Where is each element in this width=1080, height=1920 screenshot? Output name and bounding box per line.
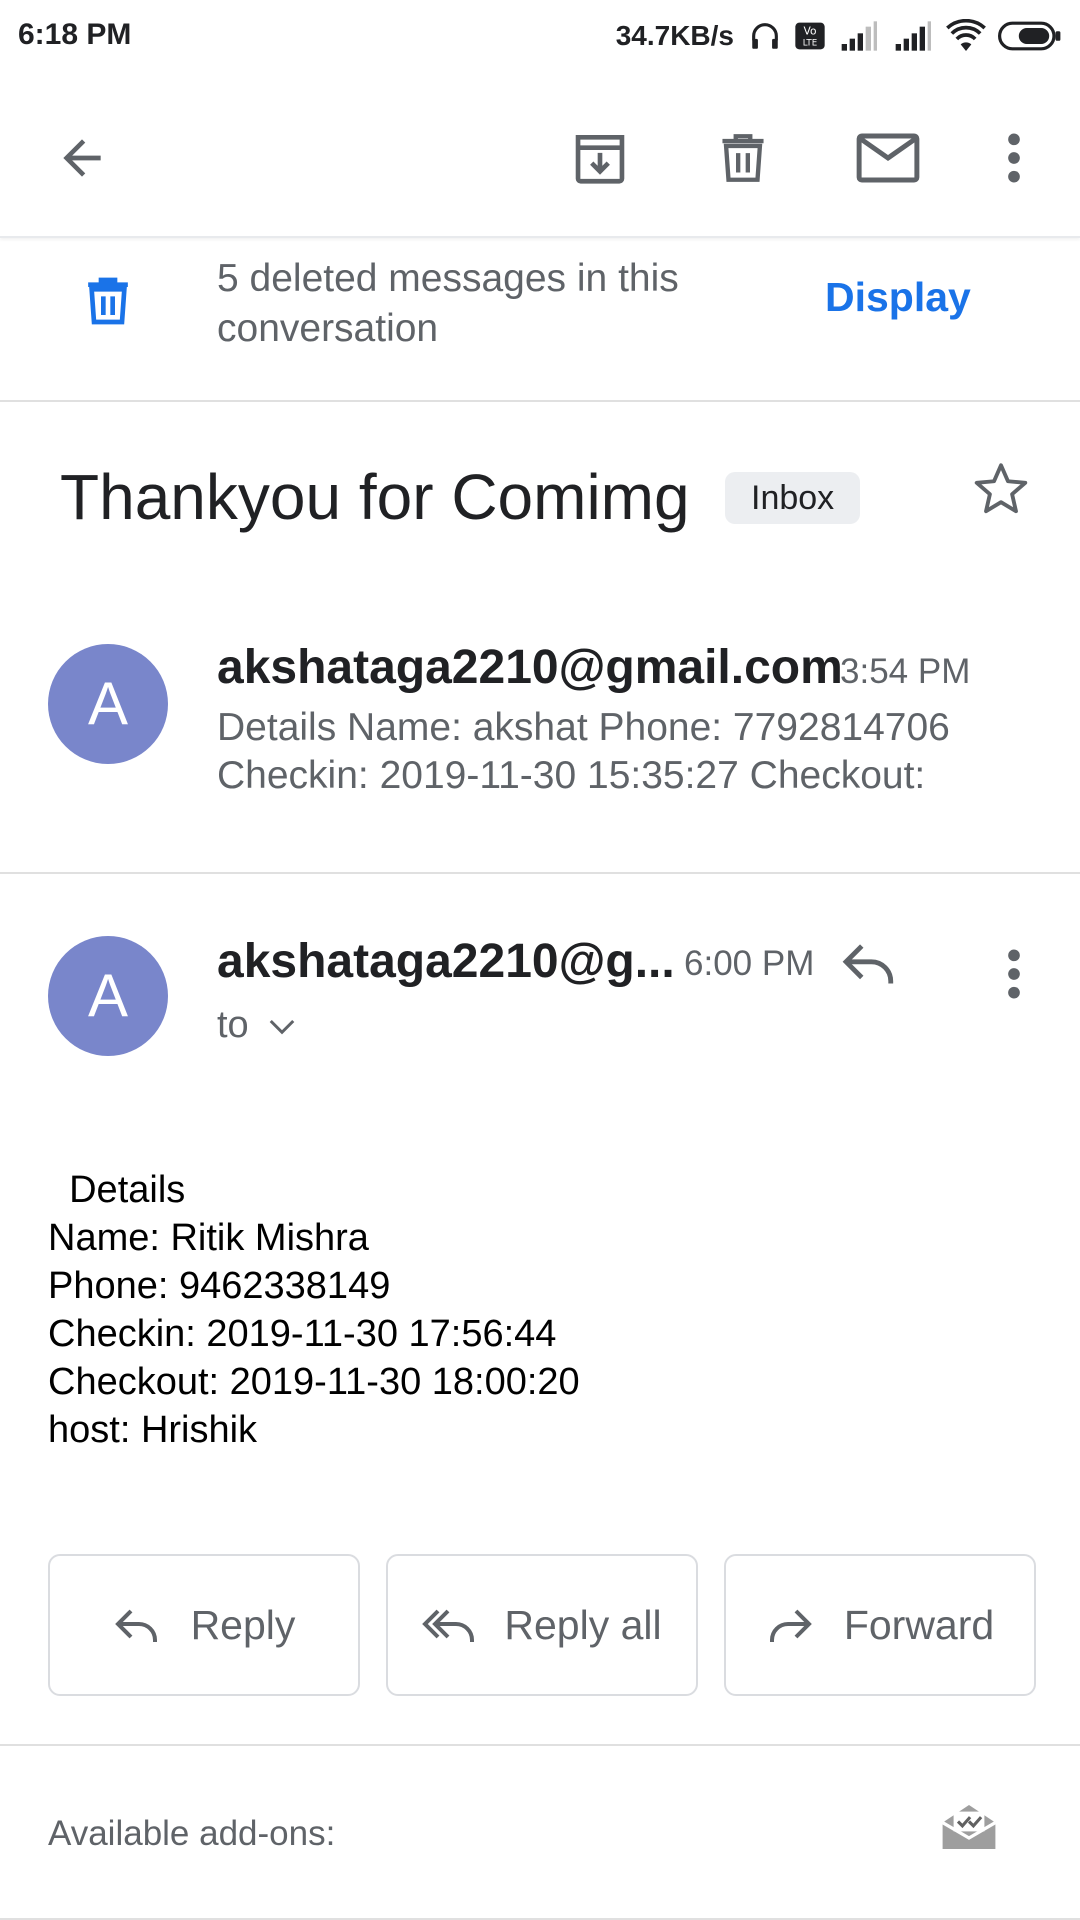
body-line: Name: Ritik Mishra [48,1217,369,1259]
message-actions: Reply Reply all Forward [48,1554,1036,1696]
star-outline-icon [974,463,1028,514]
reply-icon [842,944,894,984]
forward-label: Forward [843,1601,995,1648]
message-time: 6:00 PM [684,944,815,983]
subject-row: Thankyou for Comimg Inbox [0,440,1080,550]
quick-reply-button[interactable] [840,938,898,993]
archive-button[interactable] [552,110,648,206]
status-bar: 6:18 PM 34.7KB/s Vo LTE [0,0,1080,72]
message-time: 3:54 PM [840,652,971,691]
subject-title: Thankyou for Comimg [60,461,690,533]
svg-text:LTE: LTE [803,38,817,48]
forward-icon [769,1609,812,1642]
deleted-messages-text: 5 deleted messages in this conversation [217,257,679,350]
reply-label: Reply [190,1601,296,1648]
display-deleted-button[interactable]: Display [825,274,971,321]
delete-button[interactable] [695,110,791,206]
recipient-label: to [217,1004,249,1046]
reply-all-label: Reply all [504,1601,662,1648]
delete-icon [722,134,764,182]
headset-icon [752,23,778,49]
sender-email: akshataga2210@gmail.com [217,641,843,694]
inbox-label-chip[interactable]: Inbox [725,472,861,524]
battery-icon [998,21,1061,51]
addon-tasks-icon [941,1805,997,1849]
deleted-messages-banner: 5 deleted messages in this conversation … [0,240,1080,402]
signal-icon [841,21,877,51]
signal-icon [895,21,931,51]
wifi-icon [946,19,986,51]
snippet-line: Checkin: 2019-11-30 15:35:27 Checkout: [217,754,926,797]
mark-unread-button[interactable] [840,110,936,206]
trash-icon [88,277,128,325]
avatar[interactable]: A [48,936,168,1056]
reply-all-icon [422,1609,475,1642]
more-vert-icon [1008,949,1020,999]
status-time: 6:18 PM [18,18,132,51]
message-body: Details Name: Ritik Mishra Phone: 946233… [48,1166,580,1454]
body-line: Checkout: 2019-11-30 18:00:20 [48,1361,580,1403]
forward-button[interactable]: Forward [724,1554,1036,1696]
message-expanded: A akshataga2210@g... 6:00 PM to Details … [0,876,1080,1746]
reply-icon [114,1609,157,1642]
body-line: Checkin: 2019-11-30 17:56:44 [48,1313,557,1355]
archive-icon [575,135,625,184]
snippet-line: Details Name: akshat Phone: 7792814706 [217,706,950,749]
reply-button[interactable]: Reply [48,1554,360,1696]
network-speed: 34.7KB/s [615,20,734,51]
back-button[interactable] [34,110,130,206]
body-line: Phone: 9462338149 [48,1265,391,1307]
message-more-button[interactable] [966,926,1062,1022]
status-icons: 34.7KB/s Vo LTE [616,14,1062,58]
star-button[interactable] [970,458,1032,525]
recipient-details-toggle[interactable]: to [217,1004,297,1047]
addons-section: Available add-ons: [0,1750,1080,1920]
message-snippet: Details Name: akshat Phone: 7792814706 C… [217,704,1037,800]
message-collapsed[interactable]: A akshataga2210@gmail.com 3:54 PM Detail… [0,600,1080,874]
volte-icon: VoLTE [795,22,825,50]
back-arrow-icon [63,139,101,177]
mark-unread-icon [856,133,920,183]
body-line: Details [48,1169,186,1211]
chevron-down-icon [269,1019,295,1034]
more-options-button[interactable] [966,110,1062,206]
svg-text:Vo: Vo [804,25,817,38]
addons-label: Available add-ons: [48,1814,336,1853]
toolbar [0,86,1080,238]
reply-all-button[interactable]: Reply all [386,1554,698,1696]
body-line: host: Hrishik [48,1409,258,1451]
avatar[interactable]: A [48,644,168,764]
sender-email: akshataga2210@g... [217,935,675,988]
more-vert-icon [1008,133,1020,183]
addon-button[interactable] [936,1800,1002,1859]
